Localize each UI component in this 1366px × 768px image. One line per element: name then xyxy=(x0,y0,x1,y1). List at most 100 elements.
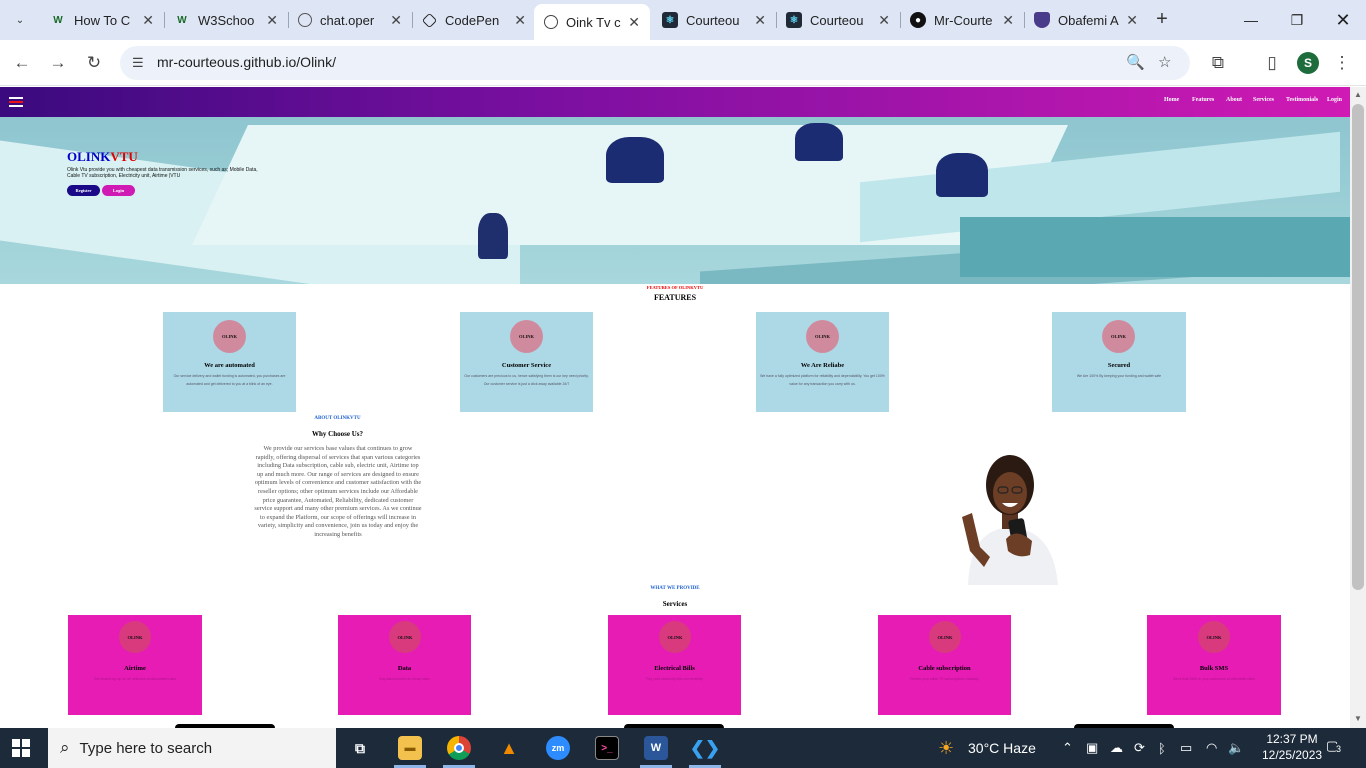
word-icon[interactable]: W xyxy=(644,736,668,760)
nav-services[interactable]: Services xyxy=(1253,97,1274,103)
close-window-icon[interactable]: ✕ xyxy=(1320,6,1366,34)
task-view-icon[interactable]: ⧉ xyxy=(348,736,372,760)
close-tab-icon[interactable]: ✕ xyxy=(1126,12,1138,29)
wikihow-icon: W xyxy=(53,14,63,26)
show-hidden-icons-icon[interactable]: ⌃ xyxy=(1062,728,1073,768)
close-tab-icon[interactable]: ✕ xyxy=(514,12,526,29)
weather-text[interactable]: 30°C Haze xyxy=(968,728,1036,768)
hero-section: OLINKVTU Olink Vtu provide you with chea… xyxy=(0,117,1350,284)
search-icon: ⌕ xyxy=(60,738,70,757)
extensions-icon[interactable]: ⧉ xyxy=(1207,52,1229,74)
bookmark-star-icon[interactable]: ☆ xyxy=(1158,53,1171,71)
nav-features[interactable]: Features xyxy=(1192,97,1214,103)
notifications-icon[interactable]: ▢ 3 xyxy=(1326,738,1344,756)
tab-obafemi[interactable]: Obafemi A ✕ xyxy=(1024,6,1148,34)
zoom-icon[interactable]: 🔍 xyxy=(1126,53,1145,71)
update-icon[interactable]: ⟳ xyxy=(1134,728,1145,768)
feature-title: Customer Service xyxy=(501,362,552,369)
tab-w3schools[interactable]: W W3Schoo ✕ xyxy=(164,6,288,34)
vlc-icon[interactable]: ▲ xyxy=(497,736,521,760)
olink-badge: OLINK xyxy=(1102,320,1135,353)
zoom-app-icon[interactable]: zm xyxy=(546,736,570,760)
side-panel-icon[interactable]: ▯ xyxy=(1261,52,1283,74)
scroll-down-icon[interactable]: ▼ xyxy=(1352,714,1364,723)
close-tab-icon[interactable]: ✕ xyxy=(266,12,278,29)
nav-about[interactable]: About xyxy=(1226,97,1242,103)
restore-icon[interactable]: ❐ xyxy=(1274,6,1320,34)
feature-text: Our customers are precious to us, hence … xyxy=(464,374,589,386)
close-tab-icon[interactable]: ✕ xyxy=(142,12,154,29)
olink-badge: OLINK xyxy=(119,621,151,653)
wifi-icon[interactable]: ◠ xyxy=(1206,728,1217,768)
olink-badge: OLINK xyxy=(929,621,961,653)
windows-start-icon[interactable] xyxy=(12,739,30,757)
tab-courteous-1[interactable]: ⚛ Courteou ✕ xyxy=(652,6,776,34)
register-button[interactable]: Register xyxy=(67,185,100,196)
tab-github[interactable]: ● Mr-Courte ✕ xyxy=(900,6,1024,34)
feature-title: Secured xyxy=(1107,362,1131,369)
service-text: Renew your cable TV subscriptions instan… xyxy=(910,677,979,681)
chrome-icon[interactable] xyxy=(447,736,471,760)
nav-testimonials[interactable]: Testimonials xyxy=(1286,97,1318,103)
clock-time: 12:37 PM xyxy=(1266,732,1318,746)
nav-home[interactable]: Home xyxy=(1164,97,1179,103)
forward-icon[interactable]: → xyxy=(47,52,69,74)
clock-date: 12/25/2023 xyxy=(1262,748,1323,762)
site-logo-icon[interactable] xyxy=(9,97,23,107)
close-tab-icon[interactable]: ✕ xyxy=(1002,12,1014,29)
globe-icon xyxy=(544,15,558,29)
tab-search-dropdown-icon[interactable]: ⌄ xyxy=(8,8,32,32)
profile-avatar[interactable]: S xyxy=(1297,52,1319,74)
tab-title: W3Schoo xyxy=(198,12,255,28)
tab-how-to[interactable]: W How To C ✕ xyxy=(40,6,164,34)
volume-icon[interactable]: 🔈 xyxy=(1228,728,1244,768)
nav-login[interactable]: Login xyxy=(1327,97,1342,103)
tab-courteous-2[interactable]: ⚛ Courteou ✕ xyxy=(776,6,900,34)
bluetooth-icon[interactable]: ᛒ xyxy=(1158,728,1166,768)
close-tab-icon[interactable]: ✕ xyxy=(754,12,766,29)
tab-olink-active[interactable]: Oink Tv c ✕ xyxy=(534,4,650,40)
olink-badge: OLINK xyxy=(806,320,839,353)
tab-chatgpt[interactable]: chat.oper ✕ xyxy=(288,6,412,34)
search-placeholder: Type here to search xyxy=(79,739,213,757)
menu-kebab-icon[interactable]: ⋮ xyxy=(1331,52,1353,74)
new-tab-icon[interactable]: + xyxy=(1151,8,1173,31)
tab-title: Oink Tv c xyxy=(566,14,621,30)
scrollbar-thumb[interactable] xyxy=(1352,104,1364,590)
tab-title: Courteou xyxy=(686,12,740,28)
minimize-icon[interactable]: — xyxy=(1228,6,1274,34)
close-tab-icon[interactable]: ✕ xyxy=(390,12,402,29)
scroll-up-icon[interactable]: ▲ xyxy=(1352,90,1364,99)
github-icon: ● xyxy=(910,12,926,28)
back-icon[interactable]: ← xyxy=(11,52,33,74)
url-text[interactable]: mr-courteous.github.io/Olink/ xyxy=(157,54,336,70)
weather-icon[interactable]: ☀ xyxy=(938,728,954,768)
feature-title: We Are Reliabe xyxy=(800,362,845,369)
tab-codepen[interactable]: CodePen ✕ xyxy=(412,6,536,34)
site-navbar: Home Features About Services Testimonial… xyxy=(0,87,1350,117)
system-clock[interactable]: 12:37 PM 12/25/2023 xyxy=(1262,731,1322,763)
login-button[interactable]: Login xyxy=(102,185,135,196)
service-card: OLINK Cable subscription Renew your cabl… xyxy=(878,615,1011,715)
windows-taskbar: ⌕ Type here to search ⧉ ▬ ▲ zm >_ W ❮❯ ☀… xyxy=(0,728,1366,768)
w3schools-icon: W xyxy=(177,14,187,26)
hero-title: OLINKVTU xyxy=(67,149,138,164)
close-tab-icon[interactable]: ✕ xyxy=(628,14,640,31)
vscode-icon[interactable]: ❮❯ xyxy=(690,736,720,760)
hero-figure xyxy=(936,153,988,197)
taskbar-search-box[interactable]: ⌕ Type here to search xyxy=(48,728,336,768)
feature-card: OLINK Customer Service Our customers are… xyxy=(460,312,593,412)
service-text: Buy data bundles at cheap rates xyxy=(379,677,430,681)
close-tab-icon[interactable]: ✕ xyxy=(878,12,890,29)
site-info-icon[interactable]: ☰ xyxy=(132,55,144,71)
reload-icon[interactable]: ↻ xyxy=(83,52,105,74)
meet-now-icon[interactable]: ▣ xyxy=(1086,728,1098,768)
feature-title: We are automated xyxy=(204,362,255,369)
address-bar[interactable]: ☰ mr-courteous.github.io/Olink/ 🔍 ☆ xyxy=(120,46,1190,80)
olink-badge: OLINK xyxy=(510,320,543,353)
onedrive-icon[interactable]: ☁ xyxy=(1110,728,1123,768)
terminal-icon[interactable]: >_ xyxy=(595,736,619,760)
service-text: Pay your electricity bills conveniently xyxy=(646,677,703,681)
file-explorer-icon[interactable]: ▬ xyxy=(398,736,422,760)
battery-icon[interactable]: ▭ xyxy=(1180,728,1192,768)
